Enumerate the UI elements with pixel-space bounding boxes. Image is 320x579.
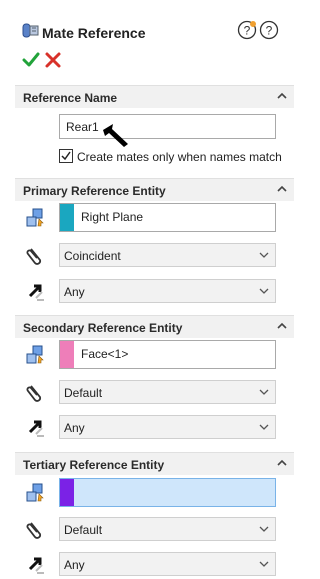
- names-match-label: Create mates only when names match: [77, 150, 282, 164]
- help-icon[interactable]: ?: [259, 20, 279, 40]
- primary-alignment-value: Any: [64, 285, 85, 299]
- secondary-alignment-value: Any: [64, 421, 85, 435]
- secondary-reference-header[interactable]: Secondary Reference Entity: [15, 315, 294, 338]
- chevron-down-icon: [259, 252, 269, 258]
- alignment-arrow-icon: [28, 284, 44, 301]
- secondary-reference-label: Secondary Reference Entity: [23, 321, 183, 335]
- property-manager-header: Mate Reference ? ?: [0, 0, 294, 46]
- secondary-entity-field[interactable]: Face<1>: [59, 340, 276, 369]
- primary-mate-type-dropdown[interactable]: Coincident: [59, 243, 276, 267]
- svg-text:?: ?: [266, 24, 273, 38]
- tertiary-mate-type-value: Default: [64, 523, 103, 537]
- chevron-down-icon: [259, 526, 269, 532]
- checkbox-check-icon: [61, 151, 71, 161]
- tertiary-reference-label: Tertiary Reference Entity: [23, 458, 165, 472]
- mate-reference-icon: [22, 23, 39, 38]
- paperclip-mate-icon: [26, 248, 42, 265]
- reference-name-header[interactable]: Reference Name: [15, 85, 294, 108]
- secondary-alignment-dropdown[interactable]: Any: [59, 415, 276, 439]
- paperclip-mate-icon: [26, 385, 42, 402]
- chevron-down-icon: [259, 561, 269, 567]
- primary-entity-field[interactable]: Right Plane: [59, 203, 276, 232]
- reference-entity-icon: [26, 483, 44, 502]
- reference-entity-icon: [26, 208, 44, 227]
- primary-reference-header[interactable]: Primary Reference Entity: [15, 178, 294, 201]
- secondary-entity-value: Face<1>: [81, 347, 129, 361]
- tertiary-alignment-value: Any: [64, 558, 85, 572]
- names-match-checkbox[interactable]: [59, 149, 73, 163]
- chevron-down-icon: [259, 424, 269, 430]
- tertiary-entity-field[interactable]: [59, 478, 276, 507]
- tertiary-mate-type-dropdown[interactable]: Default: [59, 517, 276, 541]
- collapse-caret-icon[interactable]: [276, 320, 288, 332]
- primary-mate-type-value: Coincident: [64, 249, 121, 263]
- primary-reference-label: Primary Reference Entity: [23, 184, 166, 198]
- paperclip-mate-icon: [26, 522, 42, 539]
- reference-name-label: Reference Name: [23, 91, 118, 105]
- secondary-mate-type-value: Default: [64, 386, 103, 400]
- panel-title: Mate Reference: [42, 25, 146, 41]
- checkmark-icon[interactable]: [22, 51, 40, 69]
- primary-entity-value: Right Plane: [81, 210, 144, 224]
- tertiary-reference-header[interactable]: Tertiary Reference Entity: [15, 452, 294, 475]
- primary-alignment-dropdown[interactable]: Any: [59, 279, 276, 303]
- alignment-arrow-icon: [28, 557, 44, 574]
- primary-entity-color-swatch: [60, 204, 74, 231]
- tertiary-alignment-dropdown[interactable]: Any: [59, 552, 276, 576]
- secondary-mate-type-dropdown[interactable]: Default: [59, 380, 276, 404]
- reference-name-input[interactable]: Rear1: [59, 114, 276, 139]
- tertiary-entity-color-swatch: [60, 479, 74, 506]
- collapse-caret-icon[interactable]: [276, 90, 288, 102]
- alignment-arrow-icon: [28, 420, 44, 437]
- reference-entity-icon: [26, 345, 44, 364]
- svg-text:?: ?: [244, 24, 251, 38]
- close-icon[interactable]: [44, 51, 62, 69]
- secondary-entity-color-swatch: [60, 341, 74, 368]
- mouse-cursor-icon: [103, 124, 128, 147]
- collapse-caret-icon[interactable]: [276, 457, 288, 469]
- chevron-down-icon: [259, 288, 269, 294]
- chevron-down-icon: [259, 389, 269, 395]
- help-whats-new-icon[interactable]: ?: [237, 20, 257, 40]
- collapse-caret-icon[interactable]: [276, 183, 288, 195]
